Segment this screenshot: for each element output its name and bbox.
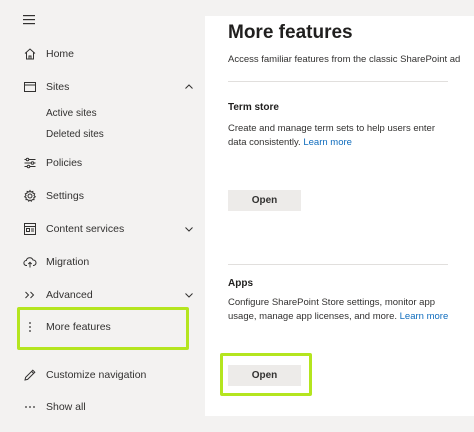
divider — [228, 81, 448, 82]
page-title: More features — [228, 22, 353, 43]
chevron-up-icon[interactable] — [183, 81, 195, 93]
nav-item-policies[interactable]: Policies — [0, 150, 205, 176]
nav-item-content-services[interactable]: Content services — [0, 216, 205, 242]
nav-item-sites[interactable]: Sites — [0, 74, 205, 100]
hamburger-menu-icon[interactable] — [22, 13, 38, 27]
nav-item-label: Show all — [46, 401, 86, 413]
nav-item-migration[interactable]: Migration — [0, 249, 205, 275]
nav-item-advanced[interactable]: Advanced — [0, 282, 205, 308]
nav-item-customize-navigation[interactable]: Customize navigation — [0, 362, 205, 388]
more-vertical-icon — [22, 319, 38, 335]
sites-icon — [22, 79, 38, 95]
nav-item-label: Advanced — [46, 289, 93, 301]
page-description: Access familiar features from the classi… — [228, 54, 461, 65]
more-horizontal-icon — [22, 399, 38, 415]
term-store-learn-more-link[interactable]: Learn more — [303, 137, 352, 148]
advanced-icon — [22, 287, 38, 303]
nav-item-more-features[interactable]: More features — [0, 314, 205, 340]
nav-item-home[interactable]: Home — [0, 41, 205, 67]
cloud-upload-icon — [22, 254, 38, 270]
term-store-open-button[interactable]: Open — [228, 190, 301, 211]
policies-icon — [22, 155, 38, 171]
nav-item-label: Migration — [46, 256, 90, 268]
term-store-title: Term store — [228, 102, 279, 113]
nav-subitem-active-sites[interactable]: Active sites — [46, 108, 97, 119]
apps-open-button[interactable]: Open — [228, 365, 301, 386]
term-store-description: Create and manage term sets to help user… — [228, 122, 452, 150]
nav-subitem-deleted-sites[interactable]: Deleted sites — [46, 129, 104, 140]
nav-item-label: Policies — [46, 157, 83, 169]
left-navigation: Home Sites Active sites Deleted sites Po… — [0, 0, 205, 432]
nav-item-label: Home — [46, 48, 75, 60]
nav-item-label: Sites — [46, 81, 70, 93]
apps-title: Apps — [228, 278, 253, 289]
more-features-panel: More features Access familiar features f… — [205, 16, 474, 416]
apps-description: Configure SharePoint Store settings, mon… — [228, 296, 452, 324]
nav-item-show-all[interactable]: Show all — [0, 394, 205, 420]
content-services-icon — [22, 221, 38, 237]
nav-item-label: Settings — [46, 190, 84, 202]
pencil-icon — [22, 367, 38, 383]
nav-item-label: More features — [46, 321, 111, 333]
chevron-down-icon[interactable] — [183, 223, 195, 235]
nav-item-label: Content services — [46, 223, 125, 235]
divider — [228, 264, 448, 265]
gear-icon — [22, 188, 38, 204]
nav-item-label: Customize navigation — [46, 369, 147, 381]
home-icon — [22, 46, 38, 62]
nav-item-settings[interactable]: Settings — [0, 183, 205, 209]
apps-learn-more-link[interactable]: Learn more — [400, 311, 449, 322]
chevron-down-icon[interactable] — [183, 289, 195, 301]
